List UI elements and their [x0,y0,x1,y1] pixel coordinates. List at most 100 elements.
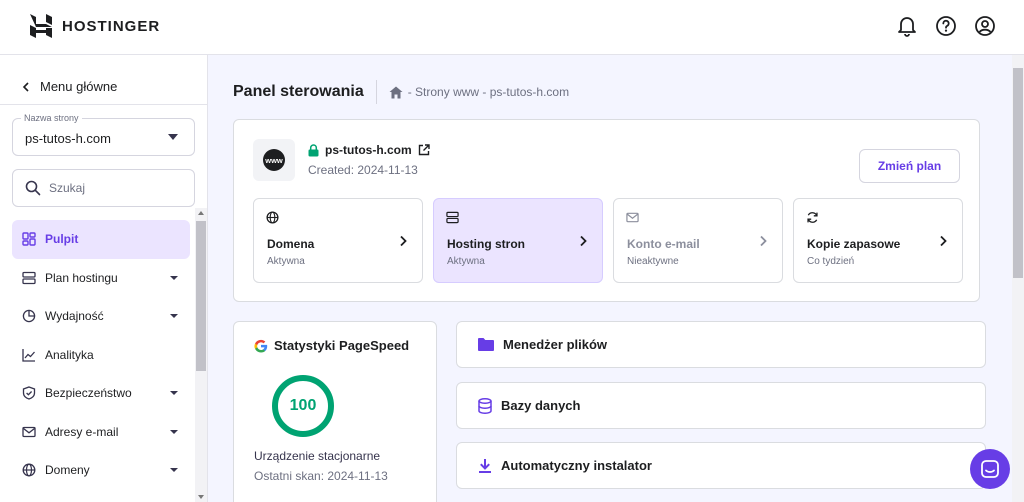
hostinger-logo-icon [30,14,52,38]
pie-chart-icon [22,310,36,323]
search-icon [25,180,41,196]
sidebar-item-adresy-email[interactable]: Adresy e-mail [12,413,190,452]
back-to-main-menu[interactable]: Menu główne [22,79,117,94]
database-icon [478,397,492,414]
analytics-icon [22,348,35,362]
caret-down-icon [170,314,178,318]
globe-icon [266,211,279,224]
action-label: Bazy danych [501,398,581,413]
pagespeed-device: Urządzenie stacjonarne [254,449,381,463]
sidebar-item-bezpieczenstwo[interactable]: Bezpieczeństwo [12,374,190,413]
action-label: Automatyczny instalator [501,458,652,473]
www-globe-icon: www [263,149,285,171]
chevron-right-icon [580,235,587,247]
top-bar: HOSTINGER [0,0,1024,55]
sidebar: Menu główne Nazwa strony ps-tutos-h.com … [0,55,208,502]
file-manager-button[interactable]: Menedżer plików [456,321,986,368]
action-label: Menedżer plików [503,337,608,352]
main-scrollbar[interactable] [1012,55,1024,502]
sidebar-nav: Pulpit Plan hostingu Wydajność Analityka… [12,220,190,490]
tile-hosting-stron[interactable]: Hosting stron Aktywna [433,198,603,283]
tile-title: Hosting stron [447,237,525,251]
tile-title: Konto e-mail [627,237,700,251]
server-icon [446,211,459,224]
scroll-down-arrow-icon[interactable] [198,495,204,499]
bell-icon[interactable] [896,14,918,38]
sidebar-item-label: Domeny [45,463,90,478]
breadcrumb: - Strony www - ps-tutos-h.com [389,85,569,99]
page-header: Panel sterowania - Strony www - ps-tutos… [233,80,569,104]
website-name-row: ps-tutos-h.com [308,143,430,157]
tile-status: Aktywna [267,256,305,267]
globe-icon [22,463,36,477]
website-domain[interactable]: ps-tutos-h.com [325,143,412,157]
chat-icon [981,460,999,478]
sidebar-item-analityka[interactable]: Analityka [12,336,190,375]
sidebar-scrollbar[interactable] [195,208,207,502]
tile-domena[interactable]: Domena Aktywna [253,198,423,283]
caret-down-icon [170,429,178,434]
chevron-right-icon [760,235,767,247]
caret-down-icon [170,391,178,395]
caret-down-icon [170,275,178,280]
chevron-left-icon [22,81,29,92]
sidebar-item-label: Wydajność [45,309,104,324]
search-input[interactable] [49,181,179,195]
tile-kopie-zapasowe[interactable]: Kopie zapasowe Co tydzień [793,198,963,283]
sidebar-item-label: Adresy e-mail [45,424,119,439]
pagespeed-card: Statystyki PageSpeed 100 Urządzenie stac… [233,321,437,502]
sidebar-item-label: Analityka [45,347,94,362]
sidebar-item-label: Plan hostingu [45,270,118,285]
caret-down-icon [168,134,178,140]
google-icon [254,339,268,352]
lock-icon [308,143,319,156]
sidebar-item-plan-hostingu[interactable]: Plan hostingu [12,259,190,298]
chat-support-button[interactable] [970,449,1010,489]
home-icon[interactable] [389,86,403,99]
sidebar-search[interactable] [12,169,195,207]
folder-icon [478,338,494,351]
caret-down-icon [170,468,178,472]
pagespeed-title-row: Statystyki PageSpeed [254,338,409,353]
shield-icon [22,386,36,400]
mail-icon [626,212,639,223]
breadcrumb-path[interactable]: - Strony www - ps-tutos-h.com [408,85,569,99]
hostinger-logo[interactable]: HOSTINGER [30,14,160,38]
tile-status: Aktywna [447,256,485,267]
tile-title: Kopie zapasowe [807,237,901,251]
site-select[interactable]: Nazwa strony ps-tutos-h.com [12,113,195,156]
dashboard-icon [22,232,36,246]
external-link-icon[interactable] [418,144,430,156]
tile-status: Co tydzień [807,256,855,267]
created-date: Created: 2024-11-13 [308,163,418,177]
service-tiles: Domena Aktywna Hosting stron Aktywna Kon… [253,198,963,283]
change-plan-button[interactable]: Zmień plan [859,149,960,183]
website-card: www ps-tutos-h.com Created: 2024-11-13 Z… [233,119,980,302]
site-select-value: ps-tutos-h.com [25,131,111,146]
tile-konto-email[interactable]: Konto e-mail Nieaktywne [613,198,783,283]
auto-installer-button[interactable]: Automatyczny instalator [456,442,986,489]
chevron-right-icon [400,235,407,247]
divider [375,80,377,104]
avatar-text: www [264,156,283,165]
main-scrollbar-thumb[interactable] [1013,68,1023,278]
sidebar-scrollbar-thumb[interactable] [196,221,206,371]
pagespeed-score: 100 [289,397,317,414]
databases-button[interactable]: Bazy danych [456,382,986,429]
tile-title: Domena [267,237,315,251]
tile-status: Nieaktywne [627,256,679,267]
pagespeed-title: Statystyki PageSpeed [274,338,410,353]
sidebar-item-domeny[interactable]: Domeny [12,451,190,490]
scroll-up-arrow-icon[interactable] [198,211,204,215]
chevron-right-icon [940,235,947,247]
help-icon[interactable] [935,14,957,38]
sidebar-item-label: Bezpieczeństwo [45,386,132,401]
server-icon [22,271,36,284]
website-avatar: www [253,139,295,181]
pagespeed-last-scan: Ostatni skan: 2024-11-13 [254,469,388,483]
account-icon[interactable] [974,14,996,38]
sidebar-item-wydajnosc[interactable]: Wydajność [12,297,190,336]
refresh-icon [807,212,818,223]
divider [0,104,207,105]
sidebar-item-pulpit[interactable]: Pulpit [12,220,190,259]
